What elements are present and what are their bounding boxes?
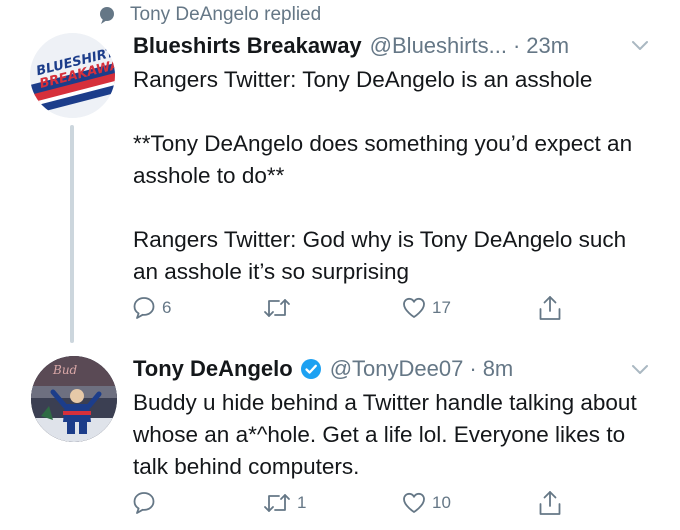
share-button[interactable]	[537, 293, 563, 323]
separator-dot: ·	[469, 356, 477, 381]
retweet-button[interactable]: 1	[262, 488, 306, 518]
retweet-count: 1	[297, 493, 307, 512]
share-button[interactable]	[537, 488, 563, 518]
user-handle[interactable]: @Blueshirts...	[370, 33, 507, 59]
reply-context-text: Tony DeAngelo replied	[130, 4, 322, 25]
like-icon	[401, 295, 427, 321]
like-icon	[401, 490, 427, 516]
tweet-header: Tony DeAngelo @TonyDee07 · 8m	[133, 355, 513, 383]
tweet-header: Blueshirts Breakaway @Blueshirts... · 23…	[133, 32, 569, 60]
display-name[interactable]: Tony DeAngelo	[133, 356, 293, 382]
display-name[interactable]: Blueshirts Breakaway	[133, 33, 362, 59]
share-icon	[537, 489, 563, 517]
reply-button[interactable]	[131, 488, 162, 518]
reply-button[interactable]: 6	[131, 293, 171, 323]
chevron-down-icon[interactable]	[630, 36, 650, 56]
tweet-paragraph: Rangers Twitter: God why is Tony DeAngel…	[133, 227, 627, 284]
reply-count: 6	[162, 298, 172, 317]
retweet-icon	[262, 295, 292, 321]
speech-bubble-icon	[96, 4, 118, 26]
reply-context: Tony DeAngelo replied	[96, 2, 321, 28]
reply-icon	[131, 490, 157, 516]
avatar-tony-deangelo[interactable]: Bud	[31, 356, 117, 442]
verified-badge-icon	[300, 358, 322, 380]
like-count: 10	[432, 493, 451, 512]
svg-text:Bud: Bud	[52, 363, 78, 377]
tweet-paragraph: **Tony DeAngelo does something you’d exp…	[133, 131, 633, 188]
separator-dot: ·	[512, 33, 521, 58]
reply-icon	[131, 295, 157, 321]
user-handle[interactable]: @TonyDee07	[330, 356, 464, 382]
timestamp[interactable]: 8m	[483, 356, 514, 382]
timestamp[interactable]: 23m	[526, 33, 569, 59]
like-button[interactable]: 17	[401, 293, 451, 323]
like-count: 17	[432, 298, 451, 317]
tweet-paragraph: Rangers Twitter: Tony DeAngelo is an ass…	[133, 67, 593, 92]
chevron-down-icon[interactable]	[630, 360, 650, 380]
tweet-actions: 6 17	[131, 293, 571, 323]
retweet-button[interactable]	[262, 293, 297, 323]
thread-connector-line	[70, 125, 74, 343]
share-icon	[537, 294, 563, 322]
tweet-text: Rangers Twitter: Tony DeAngelo is an ass…	[133, 64, 653, 288]
avatar-blueshirts-breakaway[interactable]: BLUESHIRTS BREAKAWAY	[30, 33, 115, 118]
tweet-actions: 1 10	[131, 488, 571, 518]
retweet-icon	[262, 490, 292, 516]
tweet-text: Buddy u hide behind a Twitter handle tal…	[133, 387, 653, 483]
tweet-paragraph: Buddy u hide behind a Twitter handle tal…	[133, 390, 637, 479]
like-button[interactable]: 10	[401, 488, 451, 518]
